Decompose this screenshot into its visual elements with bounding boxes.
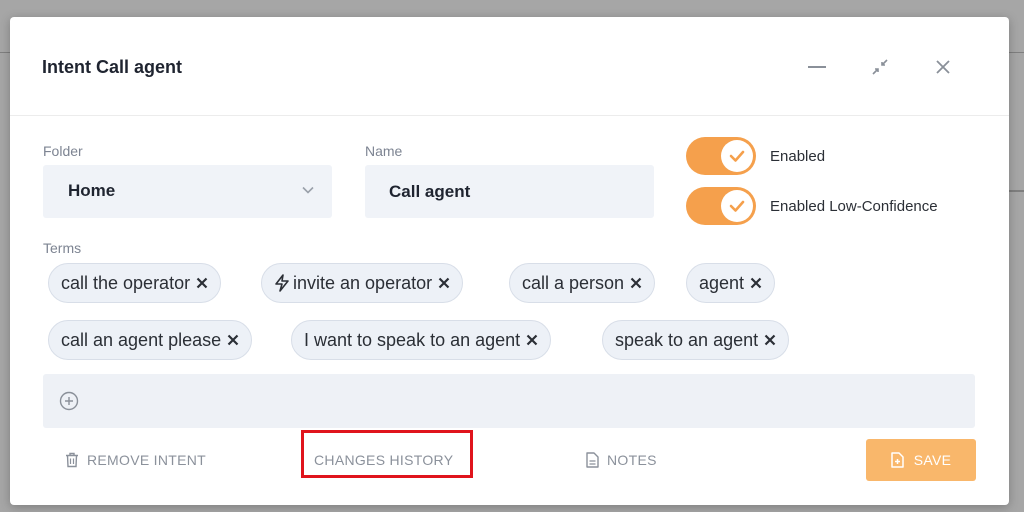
close-icon	[438, 277, 450, 289]
name-input[interactable]	[365, 165, 654, 218]
save-file-icon	[890, 452, 904, 468]
close-icon	[630, 277, 642, 289]
remove-term-button[interactable]	[227, 334, 239, 346]
collapse-button[interactable]	[864, 53, 896, 81]
save-button[interactable]: SAVE	[866, 439, 976, 481]
term-chip: I want to speak to an agent	[291, 320, 552, 360]
add-circle-icon[interactable]	[59, 391, 79, 411]
term-text: call an agent please	[61, 329, 222, 350]
notes-label: NOTES	[607, 452, 657, 468]
remove-term-button[interactable]	[764, 334, 776, 346]
close-icon	[227, 334, 239, 346]
close-button[interactable]	[927, 53, 959, 81]
term-text: speak to an agent	[615, 329, 759, 350]
remove-term-button[interactable]	[438, 277, 450, 289]
modal-header: Intent Call agent	[10, 17, 1009, 116]
minimize-button[interactable]	[801, 53, 833, 81]
term-text: I want to speak to an agent	[304, 329, 521, 350]
close-icon	[526, 334, 538, 346]
term-text: call the operator	[61, 272, 191, 293]
terms-label: Terms	[43, 240, 82, 256]
close-icon	[196, 277, 208, 289]
remove-term-button[interactable]	[750, 277, 762, 289]
bolt-icon	[274, 274, 290, 292]
save-label: SAVE	[913, 452, 952, 468]
intent-modal: Intent Call agent Folder Home Name Call …	[10, 17, 1009, 505]
remove-term-button[interactable]	[196, 277, 208, 289]
highlight-box	[301, 430, 473, 478]
check-icon	[729, 150, 745, 162]
chevron-down-icon	[302, 186, 314, 194]
collapse-icon	[872, 59, 888, 75]
close-icon	[750, 277, 762, 289]
name-label: Name	[365, 143, 403, 159]
document-icon	[586, 452, 599, 468]
remove-term-button[interactable]	[630, 277, 642, 289]
remove-intent-label: REMOVE INTENT	[87, 452, 207, 468]
term-chip: call an agent please	[48, 320, 253, 360]
remove-term-button[interactable]	[526, 334, 538, 346]
check-icon	[729, 200, 745, 212]
term-chip: speak to an agent	[602, 320, 790, 360]
background-divider	[1009, 190, 1024, 192]
remove-intent-button[interactable]: REMOVE INTENT	[65, 449, 206, 471]
enabled-low-confidence-toggle[interactable]	[686, 187, 756, 225]
close-icon	[764, 334, 776, 346]
trash-icon	[66, 452, 78, 468]
folder-label: Folder	[43, 143, 83, 159]
enabled-label: Enabled	[770, 148, 826, 165]
folder-value: Home	[68, 181, 116, 200]
term-text: agent	[699, 272, 745, 293]
modal-title: Intent Call agent	[42, 57, 183, 77]
term-text: invite an operator	[293, 272, 433, 293]
enabled-low-confidence-label: Enabled Low-Confidence	[770, 198, 938, 215]
term-chip: agent	[686, 263, 776, 303]
enabled-toggle[interactable]	[686, 137, 756, 175]
folder-select[interactable]: Home	[43, 165, 332, 218]
term-chip: call a person	[509, 263, 656, 303]
term-chip: invite an operator	[261, 263, 464, 303]
term-text: call a person	[522, 272, 625, 293]
minimize-icon	[808, 66, 826, 68]
notes-button[interactable]: NOTES	[586, 449, 657, 471]
add-term-row[interactable]	[43, 374, 975, 428]
term-chip: call the operator	[48, 263, 222, 303]
close-icon	[936, 60, 950, 74]
